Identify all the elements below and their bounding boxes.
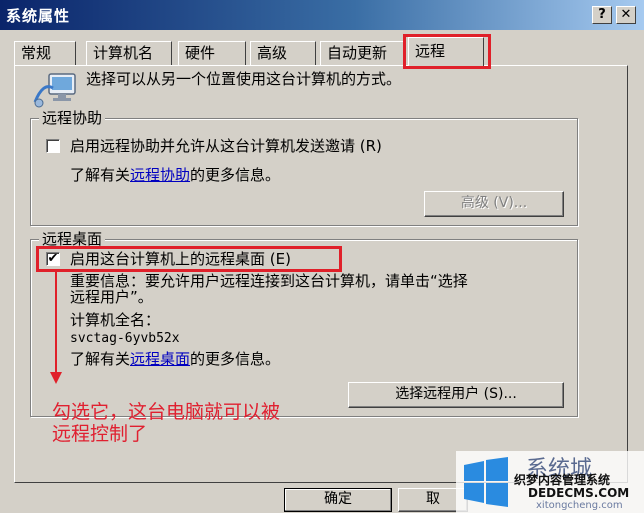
annotation-line-2: 远程控制了 [52,423,148,445]
annotation-arrow-icon [48,270,64,386]
remote-assistance-checkbox[interactable] [46,139,60,153]
watermark-url: xitongcheng.com [536,500,623,511]
remote-assistance-link[interactable]: 远程协助 [130,166,190,184]
remote-assistance-learn-more: 了解有关远程协助的更多信息。 [70,166,280,184]
learn-more-suffix: 的更多信息。 [190,350,281,368]
tab-general[interactable]: 常规 [14,41,76,65]
remote-desktop-link[interactable]: 远程桌面 [130,350,190,368]
advanced-button[interactable]: 高级 (V)... [424,191,564,217]
tab-computer-name[interactable]: 计算机名 [86,41,172,65]
select-remote-users-button[interactable]: 选择远程用户 (S)... [348,382,564,408]
full-name-value: svctag-6yvb52x [70,331,180,346]
tab-auto-update[interactable]: 自动更新 [320,41,406,65]
close-button[interactable]: ✕ [616,6,636,24]
notice-line-2: 远程用户”。 [70,288,153,306]
computer-network-icon [33,72,81,110]
highlight-remote-desktop-checkbox [36,246,342,272]
learn-more-prefix: 了解有关 [70,350,131,368]
ok-button[interactable]: 确定 [284,488,392,512]
window-title: 系统属性 [6,7,71,25]
intro-text: 选择可以从另一个位置使用这台计算机的方式。 [86,70,402,88]
tab-hardware[interactable]: 硬件 [178,41,246,65]
remote-desktop-learn-more: 了解有关远程桌面的更多信息。 [70,350,280,368]
title-bar[interactable]: 系统属性 ? ✕ [0,0,644,30]
learn-more-prefix: 了解有关 [70,166,131,184]
remote-assistance-title: 远程协助 [39,109,106,127]
remote-assistance-label[interactable]: 启用远程协助并允许从这台计算机发送邀请 (R) [70,137,382,155]
highlight-remote-tab [403,34,491,69]
annotation-line-1: 勾选它，这台电脑就可以被 [52,401,281,423]
system-properties-window: 系统属性 ? ✕ 常规 计算机名 硬件 高级 自动更新 远程 选择可以从另一个位… [0,0,644,513]
watermark-cms-url: DEDECMS.COM [528,486,630,500]
learn-more-suffix: 的更多信息。 [190,166,281,184]
tab-advanced[interactable]: 高级 [250,41,316,65]
watermark: 系统城 织梦内容管理系统 DEDECMS.COM xitongcheng.com [456,451,644,513]
full-name-label: 计算机全名： [70,311,161,329]
help-button[interactable]: ? [592,6,612,24]
